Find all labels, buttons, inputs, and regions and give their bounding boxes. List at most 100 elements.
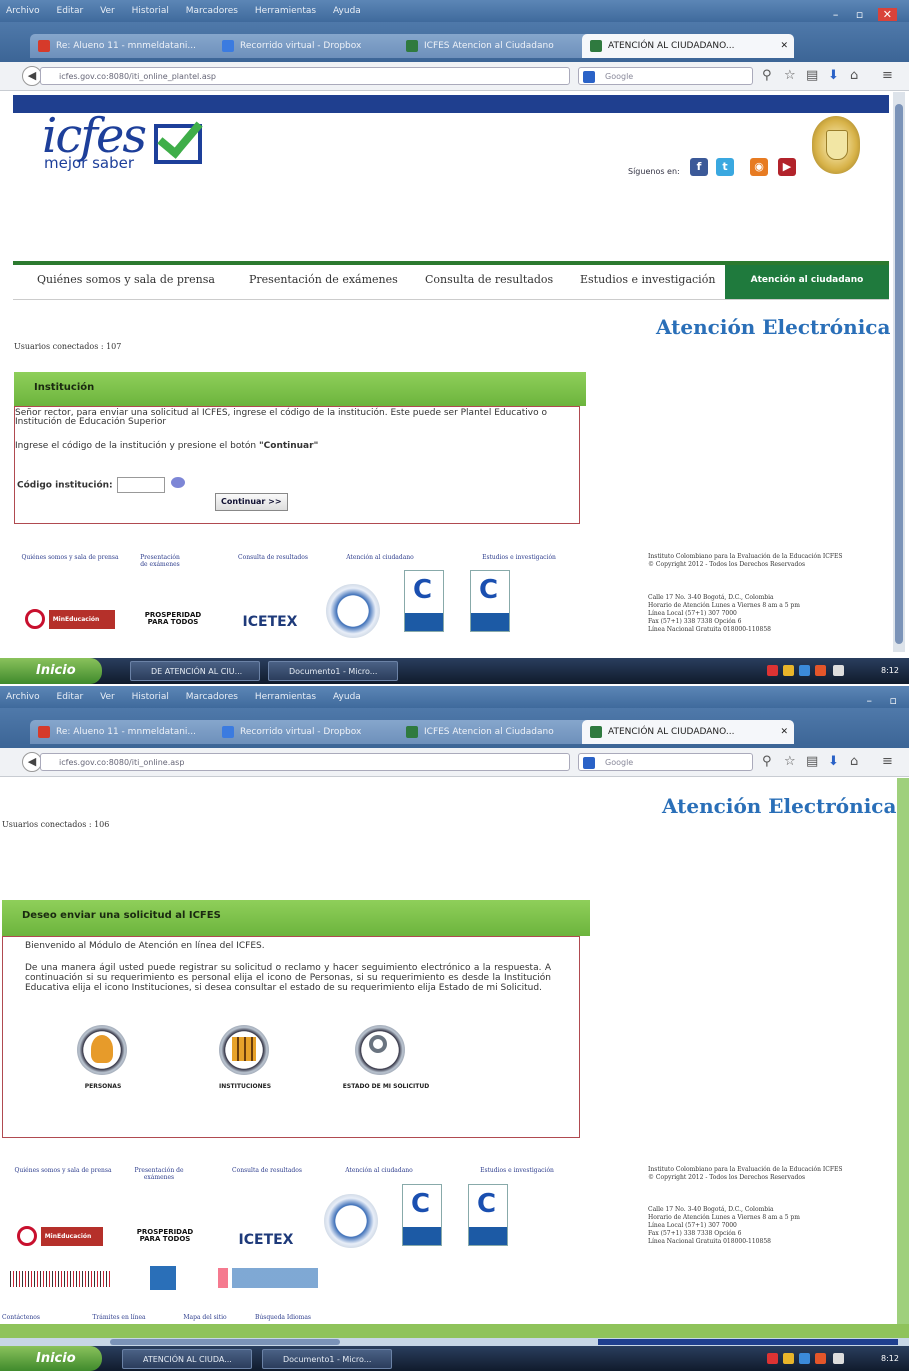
- search-field[interactable]: Google: [578, 67, 753, 85]
- maximize-icon[interactable]: ▫: [856, 8, 863, 21]
- youtube-icon[interactable]: ▶: [778, 158, 796, 176]
- back-button[interactable]: ◀: [22, 66, 42, 86]
- url-field[interactable]: icfes.gov.co:8080/iti_online_plantel.asp: [40, 67, 570, 85]
- tab-dropbox[interactable]: Recorrido virtual - Dropbox: [214, 34, 418, 58]
- nav-estudios[interactable]: Estudios e investigación: [580, 273, 715, 286]
- minimize-icon[interactable]: –: [833, 8, 839, 21]
- menu-herramientas[interactable]: Herramientas: [255, 692, 316, 702]
- estado-icon[interactable]: [355, 1025, 405, 1075]
- tab-atencion-active[interactable]: ATENCIÓN AL CIUDADANO... ✕: [582, 720, 794, 744]
- menu-ver[interactable]: Ver: [100, 692, 115, 702]
- footer-link-presentacion[interactable]: Presentación de exámenes: [134, 1167, 184, 1181]
- tray-network-icon[interactable]: [799, 1353, 810, 1364]
- tray-volume-icon[interactable]: [833, 665, 844, 676]
- nav-consulta[interactable]: Consulta de resultados: [425, 273, 553, 286]
- download-icon[interactable]: ⬇: [828, 68, 839, 83]
- menu-historial[interactable]: Historial: [132, 692, 169, 702]
- tab-atencion-active[interactable]: ATENCIÓN AL CIUDADANO... ✕: [582, 34, 794, 58]
- clock[interactable]: 8:12: [881, 666, 899, 675]
- partner-logo-3[interactable]: [218, 1268, 318, 1288]
- url-field[interactable]: icfes.gov.co:8080/iti_online.asp: [40, 753, 570, 771]
- icetex-logo[interactable]: ICETEX: [224, 612, 316, 632]
- nav-quienes-somos[interactable]: Quiénes somos y sala de prensa: [37, 273, 215, 286]
- colombia-map-logo[interactable]: [324, 1194, 378, 1248]
- rss-icon[interactable]: ◉: [750, 158, 768, 176]
- menu-historial[interactable]: Historial: [132, 6, 169, 16]
- maximize-icon[interactable]: ▫: [890, 694, 897, 707]
- tab-icfes[interactable]: ICFES Atencion al Ciudadano: [398, 34, 602, 58]
- colombia-map-logo[interactable]: [326, 584, 380, 638]
- mineducacion-logo[interactable]: MinEducación: [20, 607, 120, 631]
- personas-label[interactable]: PERSONAS: [43, 1083, 163, 1090]
- menu-editar[interactable]: Editar: [57, 692, 84, 702]
- menu-icon[interactable]: ≡: [882, 68, 893, 83]
- footer-link-atencion[interactable]: Atención al ciudadano: [340, 554, 420, 561]
- tray-alert-icon[interactable]: [815, 1353, 826, 1364]
- footer-link-consulta[interactable]: Consulta de resultados: [228, 554, 318, 561]
- taskbar-word[interactable]: Documento1 - Micro...: [268, 661, 398, 681]
- taskbar-word[interactable]: Documento1 - Micro...: [262, 1349, 392, 1369]
- menu-marcadores[interactable]: Marcadores: [186, 692, 238, 702]
- help-bubble-icon[interactable]: [170, 477, 185, 488]
- nav-atencion-active[interactable]: Atención al ciudadano: [725, 265, 889, 299]
- star-icon[interactable]: ☆: [784, 754, 796, 769]
- menu-herramientas[interactable]: Herramientas: [255, 6, 316, 16]
- tray-security-icon[interactable]: [767, 665, 778, 676]
- scrollbar-thumb[interactable]: [895, 104, 903, 644]
- menu-ayuda[interactable]: Ayuda: [333, 6, 361, 16]
- back-button[interactable]: ◀: [22, 752, 42, 772]
- taskbar-firefox[interactable]: ATENCIÓN AL CIUDA...: [122, 1349, 252, 1369]
- vertical-scrollbar[interactable]: [897, 778, 909, 1324]
- nav-presentacion[interactable]: Presentación de exámenes: [249, 273, 398, 286]
- footer-link-consulta[interactable]: Consulta de resultados: [222, 1167, 312, 1174]
- menu-editar[interactable]: Editar: [57, 6, 84, 16]
- bookmarks-icon[interactable]: ▤: [806, 68, 818, 83]
- estado-label[interactable]: ESTADO DE MI SOLICITUD: [323, 1083, 449, 1090]
- link-tramites[interactable]: Trámites en línea: [84, 1314, 154, 1321]
- twitter-icon[interactable]: t: [716, 158, 734, 176]
- vertical-scrollbar[interactable]: [893, 92, 905, 652]
- tab-icfes[interactable]: ICFES Atencion al Ciudadano: [398, 720, 602, 744]
- footer-link-atencion[interactable]: Atención al ciudadano: [334, 1167, 424, 1174]
- scrollbar-thumb[interactable]: [110, 1339, 340, 1345]
- tray-volume-icon[interactable]: [833, 1353, 844, 1364]
- menu-ver[interactable]: Ver: [100, 6, 115, 16]
- footer-link-quienes[interactable]: Quiénes somos y sala de prensa: [2, 1167, 124, 1174]
- partner-logo-1[interactable]: [10, 1271, 110, 1287]
- icfes-logo[interactable]: icfes mejor saber: [42, 112, 202, 172]
- tab-dropbox[interactable]: Recorrido virtual - Dropbox: [214, 720, 418, 744]
- personas-icon[interactable]: [77, 1025, 127, 1075]
- facebook-icon[interactable]: f: [690, 158, 708, 176]
- icetex-logo[interactable]: ICETEX: [218, 1230, 314, 1250]
- search-icon[interactable]: ⚲: [762, 68, 772, 83]
- prosperidad-logo[interactable]: PROSPERIDAD PARA TODOS: [140, 610, 206, 628]
- start-button[interactable]: Inicio: [0, 658, 102, 684]
- footer-link-presentacion[interactable]: Presentación de exámenes: [140, 554, 180, 568]
- prosperidad-logo[interactable]: PROSPERIDAD PARA TODOS: [132, 1227, 198, 1245]
- menu-archivo[interactable]: Archivo: [6, 692, 40, 702]
- tab-close-icon[interactable]: ✕: [780, 34, 788, 58]
- link-mapa[interactable]: Mapa del sitio: [170, 1314, 240, 1321]
- footer-link-estudios[interactable]: Estudios e investigación: [470, 1167, 564, 1174]
- bookmarks-icon[interactable]: ▤: [806, 754, 818, 769]
- minimize-icon[interactable]: –: [867, 694, 873, 707]
- code-input[interactable]: [116, 477, 165, 493]
- continue-button[interactable]: Continuar >>: [215, 493, 288, 511]
- menu-marcadores[interactable]: Marcadores: [186, 6, 238, 16]
- menu-archivo[interactable]: Archivo: [6, 6, 40, 16]
- tray-security-icon[interactable]: [767, 1353, 778, 1364]
- mineducacion-logo[interactable]: MinEducación: [10, 1224, 110, 1248]
- search-icon[interactable]: ⚲: [762, 754, 772, 769]
- taskbar-firefox[interactable]: DE ATENCIÓN AL CIU...: [130, 661, 260, 681]
- tab-mail[interactable]: Re: Alueno 11 - mnmeldatani...: [30, 720, 234, 744]
- menu-icon[interactable]: ≡: [882, 754, 893, 769]
- partner-logo-2[interactable]: [150, 1266, 176, 1290]
- home-icon[interactable]: ⌂: [850, 754, 858, 769]
- tray-network-icon[interactable]: [799, 665, 810, 676]
- search-field[interactable]: Google: [578, 753, 753, 771]
- instituciones-label[interactable]: INSTITUCIONES: [185, 1083, 305, 1090]
- footer-link-estudios[interactable]: Estudios e investigación: [474, 554, 564, 561]
- menu-ayuda[interactable]: Ayuda: [333, 692, 361, 702]
- close-icon[interactable]: ✕: [877, 8, 897, 21]
- tray-shield-icon[interactable]: [783, 665, 794, 676]
